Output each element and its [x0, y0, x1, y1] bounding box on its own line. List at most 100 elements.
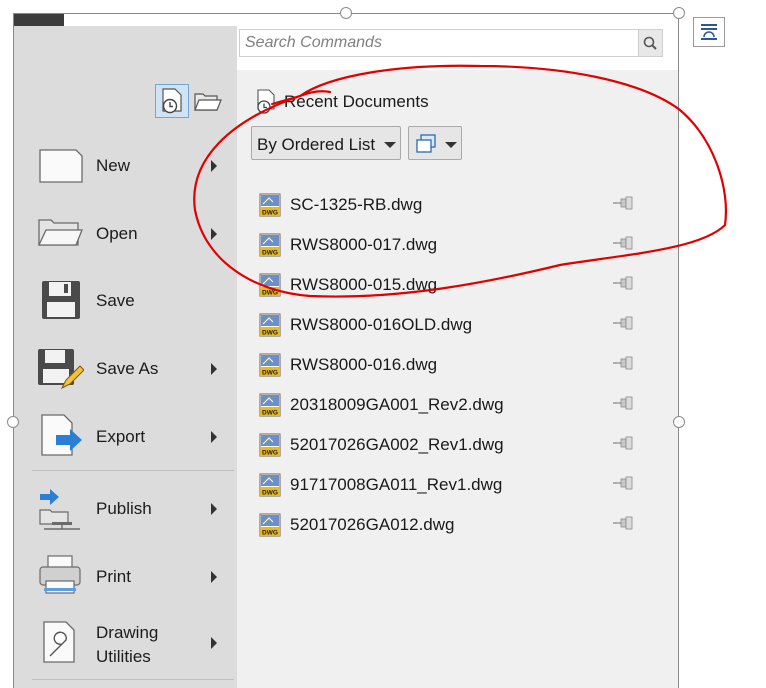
menu-separator — [32, 679, 234, 680]
pin-icon[interactable] — [612, 355, 636, 371]
menu-item-new[interactable]: New — [34, 138, 234, 194]
file-name: RWS8000-015.dwg — [290, 275, 438, 294]
new-document-icon — [36, 144, 84, 188]
svg-text:DWG: DWG — [262, 410, 278, 417]
file-name: 52017026GA012.dwg — [290, 515, 455, 534]
recent-documents-header-icon — [254, 89, 278, 115]
svg-text:DWG: DWG — [262, 370, 278, 377]
icon-view-icon — [416, 134, 436, 153]
printer-icon — [36, 553, 84, 597]
menu-item-drawing-utilities[interactable]: Drawing Utilities — [34, 614, 234, 674]
resize-handle-left[interactable] — [7, 416, 19, 428]
file-name: SC-1325-RB.dwg — [290, 195, 423, 214]
recent-file-item[interactable]: DWG 91717008GA011_Rev1.dwg — [258, 470, 648, 500]
svg-text:DWG: DWG — [262, 330, 278, 337]
search-input[interactable] — [240, 30, 638, 56]
submenu-arrow-icon — [211, 431, 217, 443]
menu-label: Export — [96, 427, 146, 446]
dwg-file-icon: DWG — [259, 313, 281, 337]
resize-handle-top-right[interactable] — [673, 7, 685, 19]
layout-options-button[interactable] — [693, 17, 725, 47]
wrap-text-icon — [701, 24, 717, 40]
pin-icon[interactable] — [612, 195, 636, 211]
frame-tab — [14, 14, 64, 26]
menu-item-save[interactable]: Save — [34, 272, 234, 328]
menu-label-line2: Utilities — [96, 647, 151, 666]
pin-icon[interactable] — [612, 235, 636, 251]
export-icon — [36, 413, 84, 457]
recent-documents-toggle[interactable] — [155, 84, 189, 118]
dwg-file-icon: DWG — [259, 353, 281, 377]
recent-file-item[interactable]: DWG RWS8000-017.dwg — [258, 230, 648, 260]
menu-separator — [32, 470, 234, 471]
dwg-file-icon: DWG — [259, 513, 281, 537]
open-documents-icon — [194, 93, 222, 111]
order-by-dropdown[interactable]: By Ordered List — [251, 126, 401, 160]
menu-item-print[interactable]: Print — [34, 547, 234, 603]
recent-file-item[interactable]: DWG RWS8000-016OLD.dwg — [258, 310, 648, 340]
submenu-arrow-icon — [211, 571, 217, 583]
menu-label: Save — [96, 291, 135, 310]
chevron-down-icon — [384, 142, 396, 148]
menu-label: Open — [96, 224, 138, 243]
recent-documents-icon — [162, 88, 182, 114]
floppy-disk-icon — [36, 278, 84, 322]
open-documents-toggle[interactable] — [190, 84, 224, 118]
recent-file-item[interactable]: DWG RWS8000-015.dwg — [258, 270, 648, 300]
file-name: RWS8000-016OLD.dwg — [290, 315, 473, 334]
recent-file-item[interactable]: DWG 20318009GA001_Rev2.dwg — [258, 390, 648, 420]
submenu-arrow-icon — [211, 228, 217, 240]
pin-icon[interactable] — [612, 475, 636, 491]
pin-icon[interactable] — [612, 275, 636, 291]
menu-label: Publish — [96, 499, 152, 518]
open-folder-icon — [36, 211, 84, 255]
submenu-arrow-icon — [211, 503, 217, 515]
file-name: 91717008GA011_Rev1.dwg — [290, 475, 503, 494]
svg-text:DWG: DWG — [262, 530, 278, 537]
dwg-file-icon: DWG — [259, 193, 281, 217]
pin-icon[interactable] — [612, 515, 636, 531]
recent-file-item[interactable]: DWG 52017026GA002_Rev1.dwg — [258, 430, 648, 460]
pin-icon[interactable] — [612, 315, 636, 331]
file-name: 52017026GA002_Rev1.dwg — [290, 435, 504, 454]
menu-label: New — [96, 156, 131, 175]
svg-text:DWG: DWG — [262, 450, 278, 457]
publish-icon — [36, 486, 84, 530]
file-name: 20318009GA001_Rev2.dwg — [290, 395, 504, 414]
menu-item-export[interactable]: Export — [34, 407, 234, 463]
svg-text:DWG: DWG — [262, 250, 278, 257]
svg-text:DWG: DWG — [262, 490, 278, 497]
recent-file-item[interactable]: DWG SC-1325-RB.dwg — [258, 190, 648, 220]
search-icon — [643, 36, 657, 50]
submenu-arrow-icon — [211, 160, 217, 172]
pin-icon[interactable] — [612, 435, 636, 451]
dwg-file-icon: DWG — [259, 433, 281, 457]
submenu-arrow-icon — [211, 637, 217, 649]
dwg-file-icon: DWG — [259, 473, 281, 497]
svg-text:DWG: DWG — [262, 290, 278, 297]
wrench-icon — [36, 620, 84, 664]
svg-text:DWG: DWG — [262, 210, 278, 217]
recent-file-item[interactable]: DWG 52017026GA012.dwg — [258, 510, 648, 540]
submenu-arrow-icon — [211, 363, 217, 375]
pin-icon[interactable] — [612, 395, 636, 411]
resize-handle-top[interactable] — [340, 7, 352, 19]
dwg-file-icon: DWG — [259, 233, 281, 257]
search-box[interactable] — [239, 29, 663, 57]
resize-handle-right[interactable] — [673, 416, 685, 428]
search-button[interactable] — [638, 30, 662, 56]
chevron-down-icon — [445, 142, 457, 148]
recent-file-item[interactable]: DWG RWS8000-016.dwg — [258, 350, 648, 380]
recent-documents-title: Recent Documents — [284, 92, 429, 111]
menu-item-open[interactable]: Open — [34, 205, 234, 261]
save-as-icon — [36, 346, 85, 390]
menu-label: Print — [96, 567, 131, 586]
dwg-file-icon: DWG — [259, 393, 281, 417]
menu-item-publish[interactable]: Publish — [34, 480, 234, 536]
menu-label-line1: Drawing — [96, 623, 159, 642]
dwg-file-icon: DWG — [259, 273, 281, 297]
display-mode-dropdown[interactable] — [408, 126, 462, 160]
order-by-value: By Ordered List — [257, 135, 376, 154]
menu-item-save-as[interactable]: Save As — [34, 340, 234, 396]
file-name: RWS8000-017.dwg — [290, 235, 438, 254]
